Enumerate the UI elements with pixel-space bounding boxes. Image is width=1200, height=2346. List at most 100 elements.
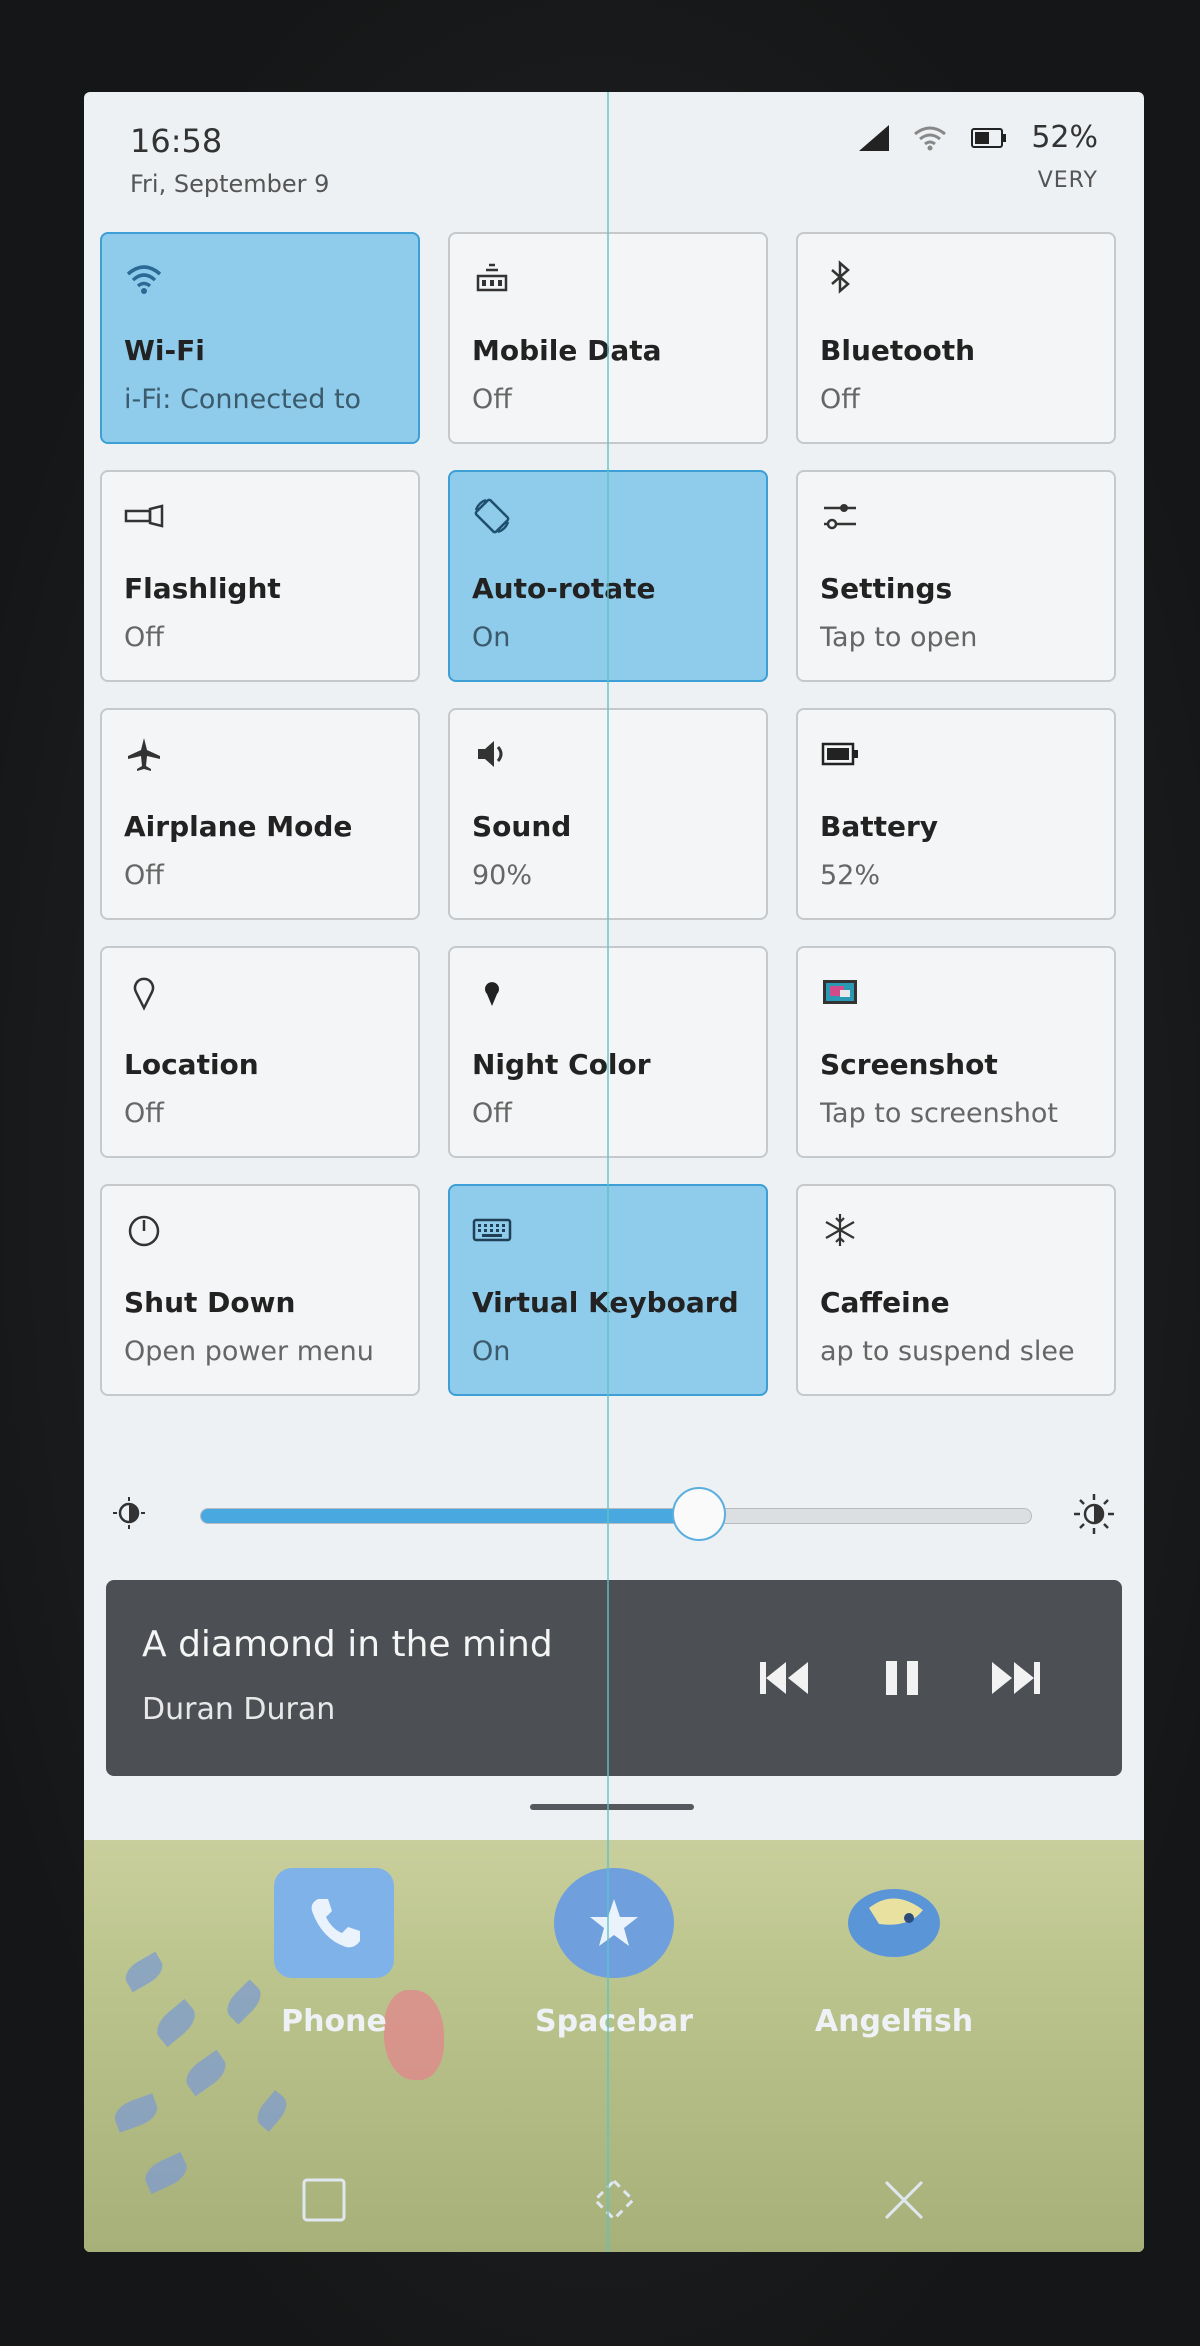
tile-subtitle: 52% bbox=[820, 860, 881, 891]
close-app-button[interactable] bbox=[876, 2172, 932, 2228]
track-title: A diamond in the mind bbox=[142, 1624, 553, 1665]
spacebar-icon bbox=[554, 1868, 674, 1978]
battery-icon bbox=[821, 742, 858, 766]
tile-title: Airplane Mode bbox=[124, 810, 353, 843]
tile-title: Location bbox=[124, 1048, 259, 1081]
wallpaper-leaf bbox=[120, 1951, 168, 1993]
clock-time: 16:58 bbox=[130, 122, 223, 160]
tile-location[interactable]: Location Off bbox=[100, 946, 420, 1158]
tile-subtitle: Off bbox=[124, 1098, 164, 1129]
brightness-track[interactable] bbox=[200, 1487, 1032, 1541]
tile-subtitle: 90% bbox=[472, 860, 533, 891]
keyboard-icon bbox=[472, 1218, 512, 1242]
tile-title: Flashlight bbox=[124, 572, 281, 605]
settings-icon bbox=[824, 504, 856, 530]
wallpaper-leaf bbox=[110, 2093, 162, 2133]
brightness-high-icon bbox=[1074, 1494, 1114, 1534]
square-icon bbox=[302, 2178, 346, 2222]
clock-date: Fri, September 9 bbox=[130, 170, 330, 198]
battery-status-icon bbox=[971, 127, 1007, 148]
tile-caffeine[interactable]: Caffeine ap to suspend slee bbox=[796, 1184, 1116, 1396]
navigation-bar bbox=[84, 2162, 1144, 2232]
angelfish-icon bbox=[834, 1868, 954, 1978]
app-spacebar[interactable]: Spacebar bbox=[524, 1868, 704, 2039]
tile-subtitle: Tap to screenshot bbox=[820, 1098, 1059, 1129]
brightness-fill bbox=[201, 1509, 699, 1523]
tile-title: Screenshot bbox=[820, 1048, 998, 1081]
wifi-status-icon bbox=[914, 126, 947, 150]
tile-title: Sound bbox=[472, 810, 572, 843]
speaker-icon bbox=[478, 741, 503, 767]
auto-rotate-icon bbox=[474, 498, 510, 534]
mobile-data-icon bbox=[476, 263, 508, 292]
skip-back-icon bbox=[760, 1662, 808, 1694]
tile-screenshot[interactable]: Screenshot Tap to screenshot bbox=[796, 946, 1116, 1158]
status-indicators: 52% bbox=[859, 120, 1098, 155]
quick-settings-grid: Wi-Fi i-Fi: Connected to Mobile Data Off… bbox=[100, 232, 1128, 1396]
app-phone[interactable]: Phone bbox=[244, 1868, 424, 2039]
task-switcher-button[interactable] bbox=[296, 2172, 352, 2228]
pause-button[interactable] bbox=[872, 1648, 932, 1708]
tile-title: Shut Down bbox=[124, 1286, 296, 1319]
media-player: A diamond in the mind Duran Duran bbox=[106, 1580, 1122, 1776]
wallpaper-leaf bbox=[252, 2090, 292, 2132]
tile-subtitle: Off bbox=[124, 622, 164, 653]
screenshot-icon bbox=[823, 980, 857, 1004]
panel-drag-handle[interactable] bbox=[530, 1804, 694, 1810]
tile-bluetooth[interactable]: Bluetooth Off bbox=[796, 232, 1116, 444]
cellular-signal-icon bbox=[859, 124, 890, 151]
brightness-slider[interactable] bbox=[104, 1472, 1124, 1552]
tile-shut-down[interactable]: Shut Down Open power menu bbox=[100, 1184, 420, 1396]
power-icon bbox=[128, 1215, 160, 1247]
battery-percent: 52% bbox=[1031, 120, 1098, 155]
tile-subtitle: Off bbox=[820, 384, 860, 415]
caffeine-icon bbox=[825, 1214, 855, 1246]
airplane-icon bbox=[128, 738, 160, 771]
wifi-icon bbox=[126, 265, 162, 294]
home-button[interactable] bbox=[586, 2172, 642, 2228]
tile-title: Auto-rotate bbox=[472, 572, 656, 605]
close-icon bbox=[884, 2180, 924, 2220]
next-track-button[interactable] bbox=[986, 1648, 1046, 1708]
tile-subtitle: i-Fi: Connected to bbox=[124, 384, 362, 415]
power-profile: VERY bbox=[1037, 168, 1098, 193]
tile-subtitle: On bbox=[472, 622, 511, 653]
app-angelfish[interactable]: Angelfish bbox=[804, 1868, 984, 2039]
home-diamond-icon bbox=[592, 2178, 636, 2222]
brightness-low-icon bbox=[113, 1497, 145, 1529]
tile-settings[interactable]: Settings Tap to open bbox=[796, 470, 1116, 682]
status-bar: 16:58 Fri, September 9 52% VERY bbox=[84, 92, 1144, 212]
tile-subtitle: Open power menu bbox=[124, 1336, 374, 1367]
tile-subtitle: Off bbox=[472, 384, 512, 415]
app-label: Angelfish bbox=[814, 2004, 974, 2039]
app-label: Phone bbox=[281, 2004, 387, 2039]
track-artist: Duran Duran bbox=[142, 1692, 336, 1727]
tile-title: Mobile Data bbox=[472, 334, 662, 367]
night-color-icon bbox=[485, 982, 499, 1006]
tile-title: Wi-Fi bbox=[124, 334, 205, 367]
home-screen: Phone Spacebar Angelfish bbox=[84, 1840, 1144, 2252]
phone-icon bbox=[274, 1868, 394, 1978]
phone-screen: 16:58 Fri, September 9 52% VERY Wi-Fi i-… bbox=[84, 92, 1144, 2252]
skip-forward-icon bbox=[992, 1662, 1040, 1694]
brightness-handle[interactable] bbox=[672, 1487, 726, 1541]
app-label: Spacebar bbox=[535, 2004, 693, 2039]
tile-flashlight[interactable]: Flashlight Off bbox=[100, 470, 420, 682]
tile-subtitle: On bbox=[472, 1336, 511, 1367]
bluetooth-icon bbox=[831, 260, 850, 294]
previous-track-button[interactable] bbox=[754, 1648, 814, 1708]
tile-title: Bluetooth bbox=[820, 334, 976, 367]
tile-title: Night Color bbox=[472, 1048, 651, 1081]
tile-subtitle: ap to suspend slee bbox=[820, 1336, 1075, 1367]
location-pin-icon bbox=[133, 977, 155, 1011]
tile-wifi[interactable]: Wi-Fi i-Fi: Connected to bbox=[100, 232, 420, 444]
tile-battery[interactable]: Battery 52% bbox=[796, 708, 1116, 920]
screen-artifact-line bbox=[607, 92, 609, 2252]
tile-subtitle: Off bbox=[472, 1098, 512, 1129]
tile-subtitle: Off bbox=[124, 860, 164, 891]
tile-airplane-mode[interactable]: Airplane Mode Off bbox=[100, 708, 420, 920]
pause-icon bbox=[886, 1661, 918, 1695]
wallpaper-leaf bbox=[180, 2049, 232, 2097]
tile-subtitle: Tap to open bbox=[820, 622, 978, 653]
tile-title: Battery bbox=[820, 810, 939, 843]
